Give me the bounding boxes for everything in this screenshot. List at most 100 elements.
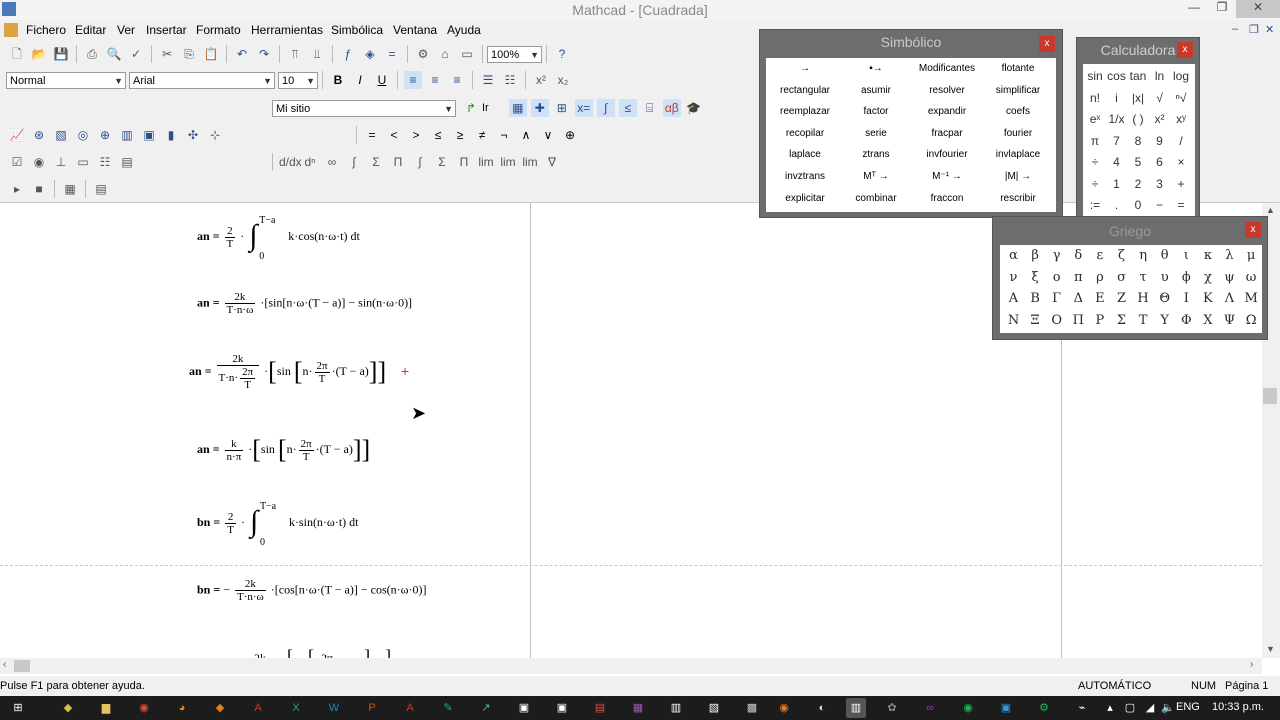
app-icon[interactable]: ▦ [628,698,648,718]
symbolic-item[interactable]: Modificantes [912,63,982,74]
app-icon[interactable]: ↗ [476,698,496,718]
greek-letter-button[interactable]: Ψ [1219,313,1240,328]
firefox-icon[interactable]: ◕ [172,698,192,718]
menu-ver[interactable]: Ver [117,23,135,37]
greek-letter-button[interactable]: Τ [1133,313,1154,328]
greek-letter-button[interactable]: Λ [1219,291,1240,306]
menu-ayuda[interactable]: Ayuda [447,23,481,37]
boolean-toolbar-icon[interactable]: ≤ [618,99,637,117]
calculator-key[interactable]: 3 [1149,177,1171,191]
definite-integral-icon[interactable]: ∫ [345,153,363,171]
undo-icon[interactable]: ↶ [233,45,251,63]
calculator-toolbar-icon[interactable]: ▦ [508,99,527,117]
programming-toolbar-icon[interactable]: ⌸ [641,99,659,117]
greek-letter-button[interactable]: Ρ [1089,313,1110,328]
greek-letter-button[interactable]: υ [1154,270,1175,285]
calculator-key[interactable]: 2 [1127,177,1149,191]
help-icon[interactable]: ? [553,45,571,63]
redo-icon[interactable]: ↷ [255,45,273,63]
file-explorer-icon[interactable]: ▆ [96,698,116,718]
equation-an-sin[interactable]: an = 2k T·n·ω ·[sin[n·ω·(T − a)] − sin(n·… [197,291,412,316]
greek-letter-button[interactable]: ρ [1089,270,1110,285]
calculator-key[interactable]: ln [1149,69,1171,83]
symbolic-item[interactable]: M⁻¹ → [912,171,982,182]
app-icon[interactable]: ✿ [882,698,902,718]
app-icon[interactable]: ✎ [438,698,458,718]
print-icon[interactable]: ⎙ [83,45,101,63]
greek-letter-button[interactable]: Θ [1154,291,1175,306]
app-icon[interactable]: ▣ [996,698,1016,718]
component-icon[interactable]: ⚙ [414,45,432,63]
greek-letter-button[interactable]: Χ [1197,313,1218,328]
greek-letter-button[interactable]: σ [1111,270,1132,285]
symbolic-item[interactable]: resolver [912,85,982,96]
equation-bn-cos[interactable]: bn = − 2k T·n·ω ·[cos[n·ω·(T − a)] − cos(… [197,578,427,603]
greek-letter-button[interactable]: Π [1068,313,1089,328]
greek-letter-button[interactable]: ϕ [1176,270,1197,285]
scroll-up-arrow-icon[interactable]: ▲ [1266,205,1275,215]
insert-function-icon[interactable]: ƒ [339,45,357,63]
calculator-key[interactable]: n! [1084,91,1106,105]
greek-letter-button[interactable]: Ξ [1025,313,1046,328]
symbolic-item[interactable]: explicitar [770,193,840,204]
calculator-key[interactable]: := [1084,198,1106,212]
horizontal-scroll-thumb[interactable] [14,660,30,672]
app-icon[interactable]: ▤ [590,698,610,718]
calculator-key[interactable]: xʸ [1170,112,1192,126]
app-icon[interactable]: ⚙ [1034,698,1054,718]
equation-an-substituted[interactable]: an = 2k T·n· 2π T ·[sin [n· 2π T ·(T − a)]] [189,353,386,391]
greek-letter-button[interactable]: ζ [1111,248,1132,263]
greek-letter-button[interactable]: Σ [1111,313,1132,328]
align-right-icon[interactable]: ≡ [448,71,466,89]
symbolic-item[interactable]: expandir [912,106,982,117]
infinity-icon[interactable]: ∞ [323,153,341,171]
align-top-icon[interactable]: ⫪ [286,45,304,63]
calculator-key[interactable]: 6 [1149,155,1171,169]
symbolic-item[interactable]: → [770,63,840,74]
greek-letter-button[interactable]: δ [1068,248,1089,263]
xor-button[interactable]: ⊕ [561,126,579,144]
less-than-button[interactable]: < [385,126,403,144]
greek-letter-button[interactable]: Ε [1089,291,1110,306]
acrobat-icon[interactable]: A [248,698,268,718]
horizontal-scrollbar[interactable]: ‹ › [0,658,1262,674]
app-icon[interactable]: ⌁ [1072,698,1092,718]
xy-plot-icon[interactable]: 📈 [8,126,26,144]
zoom-select[interactable]: 100% ▼ [487,45,542,63]
greek-letter-button[interactable]: τ [1133,270,1154,285]
app-icon[interactable]: ▣ [552,698,572,718]
symbolic-item[interactable]: rectangular [770,85,840,96]
equation-bn-partial[interactable]: 2k [ [ 2π ] ] [254,646,391,658]
derivative-icon[interactable]: d/dx [279,153,302,171]
excel-icon[interactable]: X [286,698,306,718]
symbolic-item[interactable]: |M| → [983,171,1053,182]
3d-scatter-icon[interactable]: ⊕ [96,126,114,144]
print-preview-icon[interactable]: 🔍 [105,45,123,63]
resources-icon[interactable]: ⌂ [436,45,454,63]
scroll-down-arrow-icon[interactable]: ▼ [1266,644,1275,654]
or-button[interactable]: ∨ [539,126,557,144]
symbolic-item[interactable]: rescribir [983,193,1053,204]
limit-icon[interactable]: lim [477,153,495,171]
symbolic-item[interactable]: invfourier [912,149,982,160]
greek-letter-button[interactable]: ω [1241,270,1262,285]
clock[interactable]: 10:33 p.m. [1212,701,1264,713]
graph-toolbar-icon[interactable]: ✚ [530,99,549,117]
contour-plot-icon[interactable]: ◎ [74,126,92,144]
powerpoint-icon[interactable]: P [362,698,382,718]
button-control-icon[interactable]: ▤ [118,153,136,171]
underline-button[interactable]: U [373,71,391,89]
tray-arrow-icon[interactable]: ▴ [1100,698,1120,718]
app-icon[interactable]: ▧ [704,698,724,718]
bold-button[interactable]: B [329,71,347,89]
greek-letter-button[interactable]: Η [1133,291,1154,306]
calculus-toolbar-icon[interactable]: ∫ [596,99,615,117]
greek-letter-button[interactable]: π [1068,270,1089,285]
product-icon[interactable]: Π [455,153,473,171]
close-button[interactable]: ✕ [1236,0,1280,18]
symbolic-item[interactable]: invztrans [770,171,840,182]
menu-herramientas[interactable]: Herramientas [251,23,323,37]
greek-letter-button[interactable]: ε [1089,248,1110,263]
word-icon[interactable]: W [324,698,344,718]
play-icon[interactable]: ▸ [8,180,26,198]
